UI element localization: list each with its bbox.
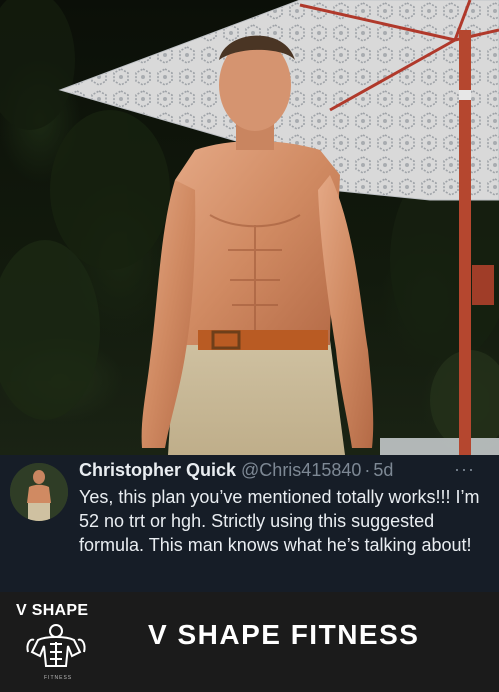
muscle-figure-logo-icon: [26, 624, 86, 667]
brand-name: V SHAPE FITNESS: [148, 619, 420, 650]
tweet-author-name[interactable]: Christopher Quick: [79, 460, 236, 481]
tweet-card: Christopher Quick @Chris415840 · 5d ··· …: [0, 455, 499, 592]
photo-illustration: [0, 0, 499, 455]
tweet-author-handle[interactable]: @Chris415840: [241, 460, 361, 481]
hero-photo: [0, 0, 499, 455]
tweet-separator: ·: [364, 460, 371, 480]
logo-title: V SHAPE: [16, 602, 89, 619]
tweet-header: Christopher Quick @Chris415840 · 5d: [79, 460, 393, 484]
avatar[interactable]: [10, 463, 68, 521]
tweet-text: Yes, this plan you’ve mentioned totally …: [79, 487, 480, 555]
profile-avatar-icon: [10, 463, 68, 521]
logo-subtitle: FITNESS: [44, 675, 73, 681]
brand-footer: V SHAPE FITNESS V SHAPE FITNESS: [0, 592, 499, 692]
more-options-icon[interactable]: ···: [454, 459, 475, 480]
tweet-timestamp[interactable]: 5d: [373, 460, 393, 481]
